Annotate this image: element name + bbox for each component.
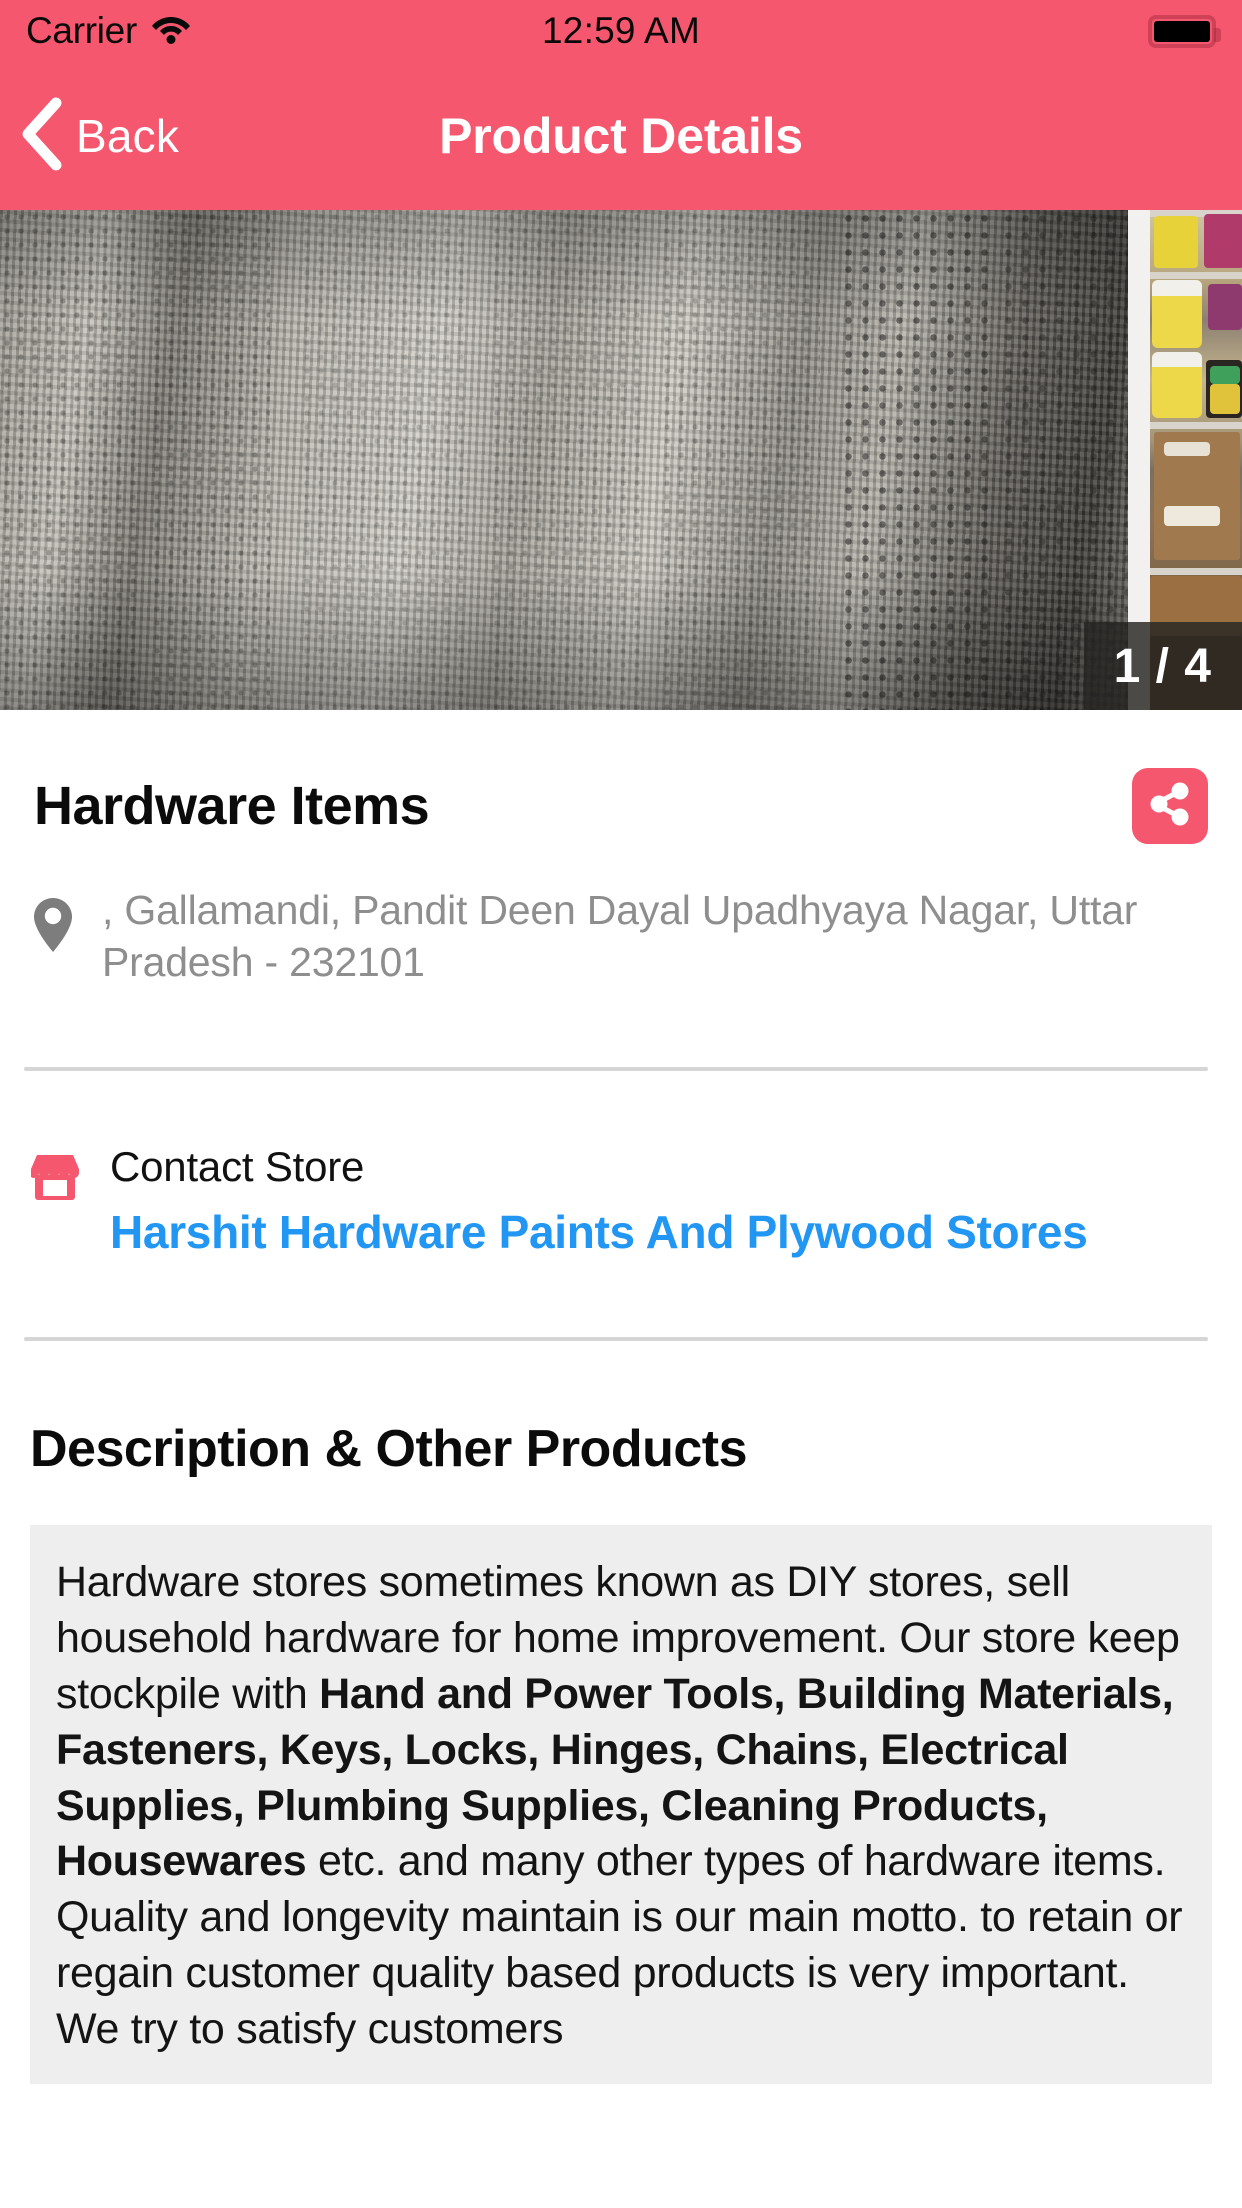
chevron-left-icon (18, 97, 64, 176)
page-title: Product Details (439, 108, 803, 164)
description-box: Hardware stores sometimes known as DIY s… (30, 1524, 1212, 2084)
storefront-icon (29, 1151, 81, 1208)
description-text: Hardware stores sometimes known as DIY s… (56, 1557, 1183, 2054)
contact-store-text-block: Contact Store Harshit Hardware Paints An… (110, 1142, 1088, 1259)
share-icon (1147, 781, 1193, 832)
product-title-row: Hardware Items (0, 710, 1242, 844)
storefront-icon-wrap (26, 1143, 84, 1208)
back-button-label: Back (76, 110, 180, 162)
nav-bar: Back Product Details (0, 62, 1242, 210)
status-bar: Carrier 12:59 AM (0, 0, 1242, 62)
wifi-icon (151, 13, 191, 50)
contact-store-link[interactable]: Harshit Hardware Paints And Plywood Stor… (110, 1205, 1088, 1259)
battery-cap (1214, 27, 1221, 42)
carrier-label: Carrier (26, 10, 137, 51)
product-image-gallery[interactable]: 1 / 4 (0, 210, 1242, 710)
battery-icon (1148, 14, 1221, 48)
gallery-counter-badge: 1 / 4 (1083, 622, 1242, 710)
description-section-title: Description & Other Products (30, 1419, 748, 1478)
gallery-counter-text: 1 / 4 (1113, 639, 1212, 693)
product-address-row: , Gallamandi, Pandit Deen Dayal Upadhyay… (0, 844, 1242, 989)
product-content: Hardware Items , Gallamandi, Pandit Deen… (0, 710, 1242, 2084)
back-button[interactable]: Back (0, 62, 179, 210)
photo-vignette (0, 210, 1128, 710)
location-pin-wrap (26, 884, 80, 959)
status-bar-left: Carrier (26, 10, 191, 52)
location-pin-icon (31, 896, 75, 959)
share-button[interactable] (1132, 768, 1208, 844)
product-address: , Gallamandi, Pandit Deen Dayal Upadhyay… (102, 887, 1138, 986)
battery-fill (1154, 20, 1210, 42)
contact-store-row: Contact Store Harshit Hardware Paints An… (0, 1071, 1242, 1259)
product-title: Hardware Items (34, 776, 430, 836)
contact-store-label: Contact Store (110, 1142, 365, 1190)
product-details-screen: Carrier 12:59 AM Back Product Details 1 … (0, 0, 1242, 2208)
status-bar-right (1148, 14, 1221, 48)
gallery-slide-current[interactable] (0, 210, 1128, 710)
